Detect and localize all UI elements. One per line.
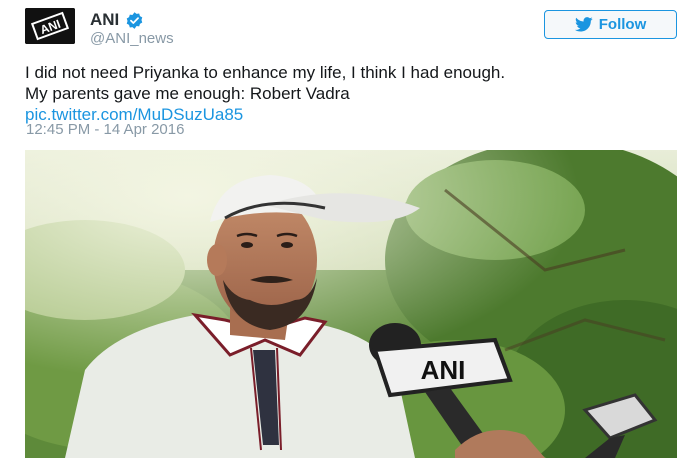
twitter-bird-icon bbox=[574, 17, 593, 32]
follow-button[interactable]: Follow bbox=[544, 10, 677, 39]
avatar[interactable]: ANI bbox=[25, 8, 75, 44]
tweet-text: I did not need Priyanka to enhance my li… bbox=[25, 62, 685, 125]
tweet-timestamp[interactable]: 12:45 PM - 14 Apr 2016 bbox=[26, 121, 184, 138]
tweet-media-photo[interactable]: ANI bbox=[25, 150, 677, 458]
tweet-text-line-2: My parents gave me enough: Robert Vadra bbox=[25, 84, 350, 103]
follow-button-label: Follow bbox=[598, 16, 647, 33]
handle[interactable]: @ANI_news bbox=[90, 30, 174, 47]
display-name[interactable]: ANI bbox=[90, 10, 119, 30]
mic-logo-text: ANI bbox=[421, 355, 466, 385]
tweet-text-line-1: I did not need Priyanka to enhance my li… bbox=[25, 63, 506, 82]
author-name-row: ANI bbox=[90, 10, 144, 30]
verified-badge-icon bbox=[127, 11, 143, 29]
